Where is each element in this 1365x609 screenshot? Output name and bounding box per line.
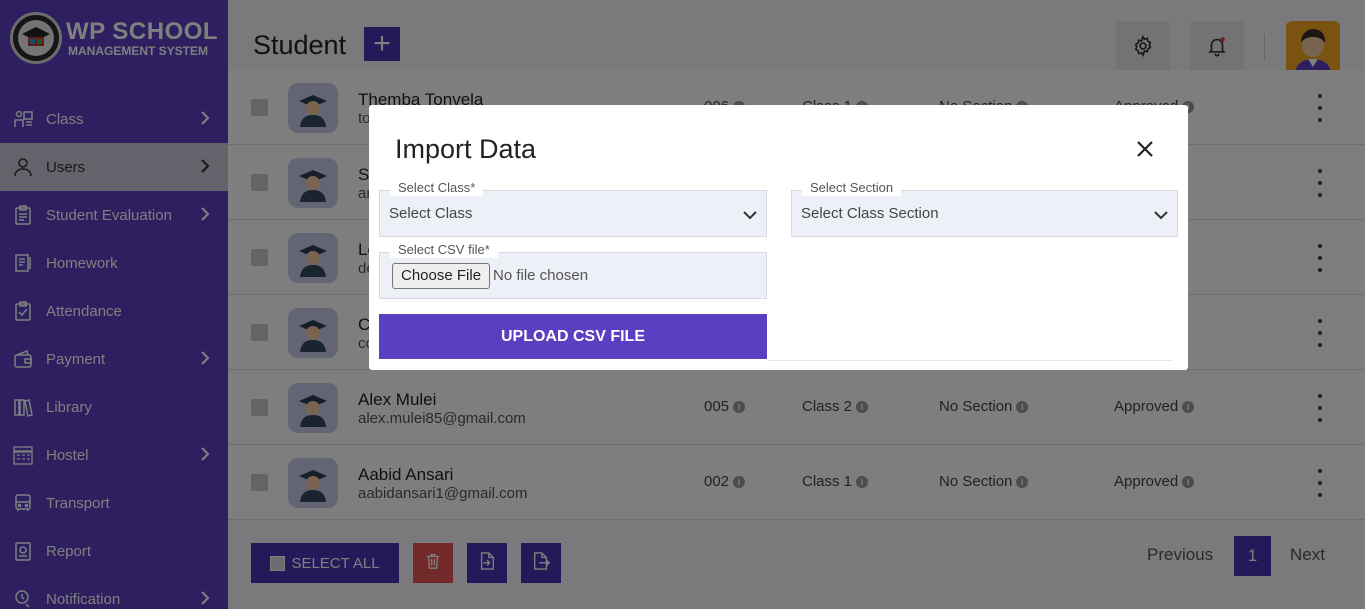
import-data-modal: Import Data Select Class* Select Class S… (369, 105, 1188, 370)
file-status: No file chosen (493, 267, 589, 284)
close-icon (1136, 140, 1154, 163)
chevron-down-icon (1154, 207, 1168, 225)
select-section-label: Select Section (802, 180, 902, 196)
csv-file-field: Select CSV file* Choose File No file cho… (379, 242, 767, 299)
select-section-value: Select Class Section (801, 205, 939, 222)
csv-file-label: Select CSV file* (390, 242, 498, 258)
divider (767, 360, 1173, 361)
choose-file-button[interactable]: Choose File (392, 263, 491, 289)
chevron-down-icon (743, 207, 757, 225)
select-class-dropdown[interactable]: Select Class* Select Class (379, 180, 767, 237)
select-class-label: Select Class* (390, 180, 484, 196)
close-button[interactable] (1133, 139, 1157, 163)
select-section-dropdown[interactable]: Select Section Select Class Section (791, 180, 1178, 237)
modal-title: Import Data (395, 134, 537, 164)
upload-csv-button[interactable]: UPLOAD CSV FILE (379, 314, 767, 359)
select-class-value: Select Class (389, 205, 473, 222)
